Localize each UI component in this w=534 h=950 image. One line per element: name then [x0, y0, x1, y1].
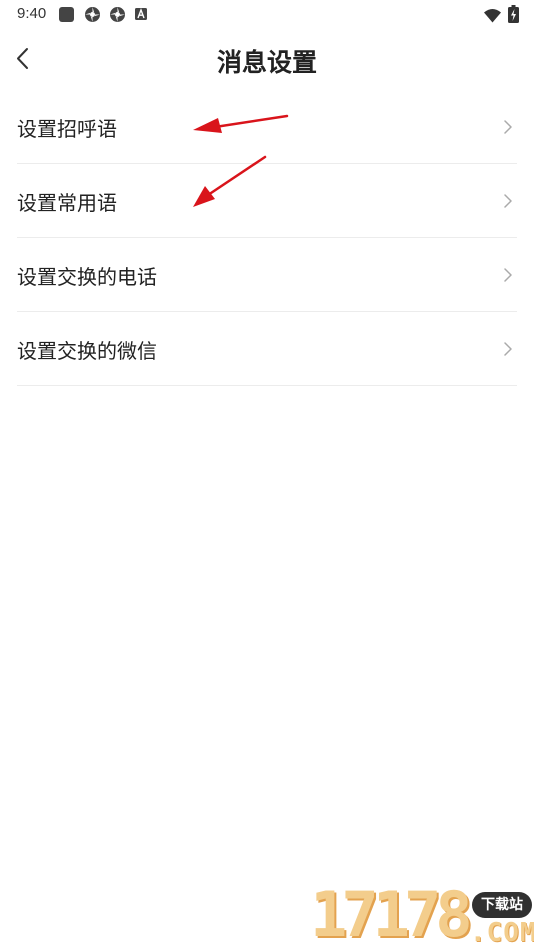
menu-item-label: 设置交换的微信 — [17, 339, 157, 363]
status-time: 9:40 — [17, 5, 47, 22]
menu-item-label: 设置交换的电话 — [17, 265, 157, 289]
watermark-badge: 下载站 — [472, 892, 532, 918]
nav-bar: 消息设置 — [0, 30, 534, 88]
wifi-icon — [484, 9, 501, 23]
watermark-number: 17178 — [310, 878, 473, 950]
menu-item-label: 设置常用语 — [17, 191, 117, 215]
menu-item-exchange-wechat[interactable]: 设置交换的微信 — [17, 312, 517, 386]
settings-menu: 设置招呼语 设置常用语 设置交换的电话 设置交换的微信 — [17, 90, 517, 386]
chevron-right-icon — [504, 268, 512, 282]
chevron-right-icon — [504, 342, 512, 356]
menu-item-label: 设置招呼语 — [17, 117, 117, 141]
menu-item-greeting[interactable]: 设置招呼语 — [17, 90, 517, 164]
menu-item-exchange-phone[interactable]: 设置交换的电话 — [17, 238, 517, 312]
a-icon — [135, 8, 147, 20]
site-watermark: 17178 下载站 .COM — [310, 880, 534, 950]
square-icon — [59, 7, 74, 22]
gear-icon — [85, 7, 100, 22]
chevron-right-icon — [504, 120, 512, 134]
chevron-right-icon — [504, 194, 512, 208]
menu-item-common-phrases[interactable]: 设置常用语 — [17, 164, 517, 238]
gear-icon — [110, 7, 125, 22]
battery-icon — [508, 5, 519, 23]
page-title: 消息设置 — [216, 48, 317, 77]
status-bar: 9:40 — [0, 0, 534, 30]
watermark-suffix: .COM — [470, 918, 534, 948]
